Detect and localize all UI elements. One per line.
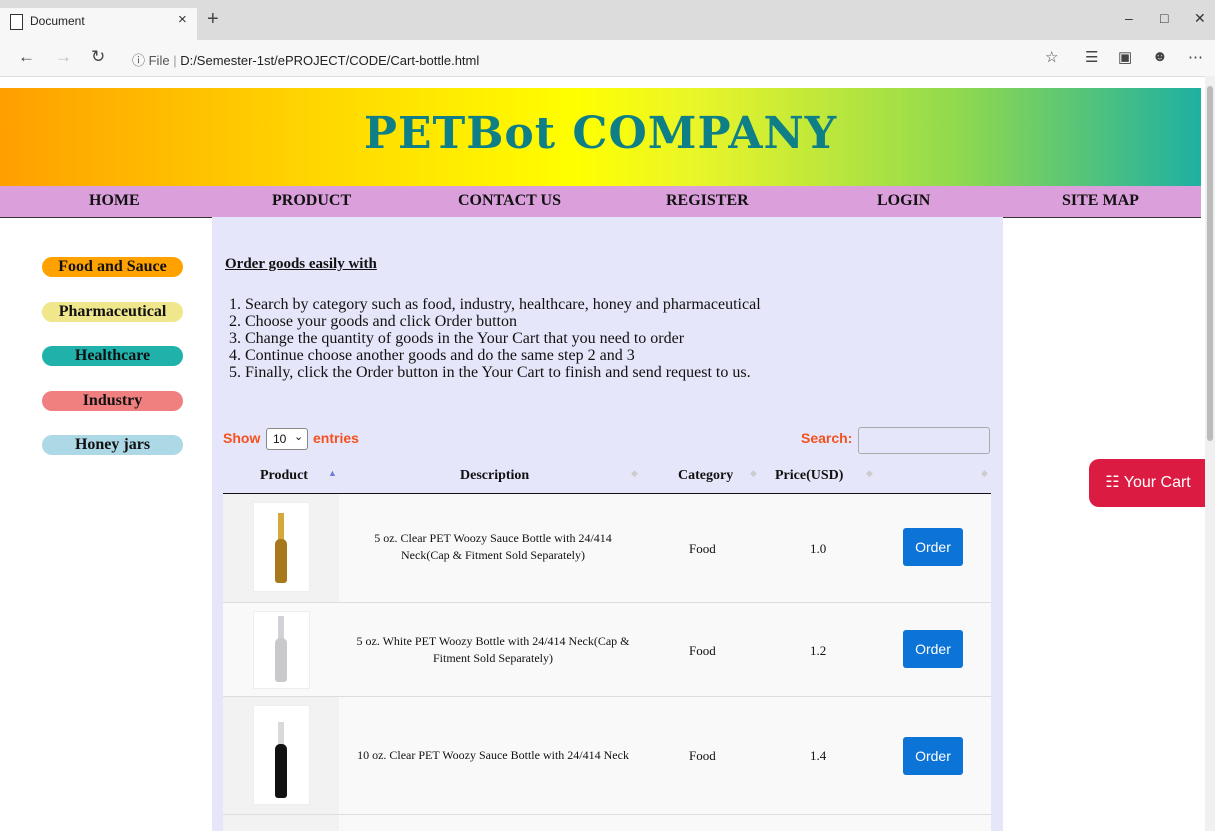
nav-register[interactable]: REGISTER: [666, 192, 749, 210]
product-category: Food: [689, 748, 716, 763]
more-options-icon[interactable]: ⋯: [1188, 48, 1203, 66]
product-description: 5 oz. White PET Woozy Bottle with 24/414…: [356, 634, 630, 665]
product-category: Food: [689, 643, 716, 658]
nav-product[interactable]: PRODUCT: [272, 192, 351, 210]
tab-close-icon[interactable]: ×: [178, 11, 187, 28]
column-price[interactable]: Price(USD): [775, 468, 843, 484]
instruction-step: 4. Continue choose another goods and do …: [229, 347, 635, 364]
nav-login[interactable]: LOGIN: [877, 192, 930, 210]
search-input[interactable]: [858, 427, 990, 454]
your-cart-button[interactable]: ☷ Your Cart: [1089, 459, 1207, 507]
column-description[interactable]: Description: [460, 468, 529, 484]
collections-icon[interactable]: ▣: [1118, 48, 1132, 66]
category-industry[interactable]: Industry: [42, 391, 183, 411]
product-image-cell: [223, 815, 339, 831]
category-pharmaceutical[interactable]: Pharmaceutical: [42, 302, 183, 322]
new-tab-icon[interactable]: +: [207, 9, 219, 29]
address-bar: ← → ↻ ⓘ File | D:/Semester-1st/ePROJECT/…: [0, 40, 1215, 77]
url-text: D:/Semester-1st/ePROJECT/CODE/Cart-bottl…: [180, 53, 480, 68]
entries-value: 10: [273, 432, 287, 446]
product-image-cell: [223, 603, 339, 696]
favorite-star-icon[interactable]: ☆: [1045, 48, 1058, 66]
sort-icon[interactable]: ◆: [866, 468, 873, 479]
product-image[interactable]: [253, 611, 310, 689]
url-field[interactable]: ⓘ File | D:/Semester-1st/ePROJECT/CODE/C…: [132, 50, 479, 69]
forward-icon[interactable]: →: [55, 47, 72, 67]
favorites-list-icon[interactable]: ☰: [1085, 48, 1098, 66]
instruction-list: 1. Search by category such as food, indu…: [229, 296, 761, 381]
search-label: Search:: [801, 430, 853, 446]
table-header: Product ▲ Description ◆ Category ◆ Price…: [223, 458, 991, 494]
refresh-icon[interactable]: ↻: [91, 47, 105, 67]
sort-icon[interactable]: ◆: [750, 468, 757, 479]
column-category[interactable]: Category: [678, 468, 733, 484]
entries-label: entries: [313, 430, 359, 446]
instruction-step: 1. Search by category such as food, indu…: [229, 296, 761, 313]
product-image[interactable]: [253, 502, 310, 592]
sort-icon[interactable]: ◆: [981, 468, 988, 479]
product-image-cell: [223, 697, 339, 814]
product-image-cell: [223, 494, 339, 602]
intro-heading: Order goods easily with: [225, 256, 377, 272]
nav-site-map[interactable]: SITE MAP: [1062, 192, 1139, 210]
back-icon[interactable]: ←: [18, 47, 35, 67]
main-content: Order goods easily with 1. Search by cat…: [212, 217, 1003, 831]
sort-icon[interactable]: ◆: [631, 468, 638, 479]
bottle-neck: [278, 722, 284, 746]
product-price: 1.2: [810, 643, 827, 658]
table-row: 10 oz. Clear PET Woozy Sauce Bottle with…: [223, 697, 991, 815]
nav-contact-us[interactable]: CONTACT US: [458, 192, 561, 210]
product-category: Food: [689, 541, 716, 556]
basket-icon: ☷: [1105, 474, 1120, 491]
entries-select[interactable]: 10 ⌄: [266, 428, 308, 450]
product-price: 1.4: [810, 748, 827, 763]
order-button[interactable]: Order: [903, 528, 963, 566]
maximize-icon[interactable]: □: [1160, 10, 1168, 26]
site-banner: PETBot COMPANY: [0, 88, 1201, 186]
bottle-body: [275, 638, 287, 682]
product-image[interactable]: [253, 705, 310, 805]
tab-title: Document: [30, 14, 85, 28]
bottle-body: [275, 539, 287, 583]
product-description: 5 oz. Clear PET Woozy Sauce Bottle with …: [374, 531, 612, 562]
chevron-down-icon: ⌄: [294, 431, 304, 443]
instruction-step: 2. Choose your goods and click Order but…: [229, 313, 517, 330]
category-food-and-sauce[interactable]: Food and Sauce: [42, 257, 183, 277]
scrollbar-thumb[interactable]: [1207, 86, 1213, 441]
instruction-step: 3. Change the quantity of goods in the Y…: [229, 330, 685, 347]
column-product[interactable]: Product: [260, 468, 308, 484]
window-close-icon[interactable]: ✕: [1194, 10, 1206, 27]
show-label: Show: [223, 430, 261, 446]
product-description: 10 oz. Clear PET Woozy Sauce Bottle with…: [357, 748, 629, 762]
product-price: 1.0: [810, 541, 827, 556]
top-navigation: HOME PRODUCT CONTACT US REGISTER LOGIN S…: [0, 186, 1201, 218]
address-prefix: ⓘ File: [132, 53, 170, 68]
instruction-step: 5. Finally, click the Order button in th…: [229, 364, 751, 381]
browser-tab-bar: Document × + – □ ✕: [0, 0, 1215, 40]
bottle-body: [275, 744, 287, 798]
minimize-icon[interactable]: –: [1125, 10, 1133, 26]
table-row: 5 oz. Clear PET Woozy Sauce Bottle with …: [223, 494, 991, 603]
nav-home[interactable]: HOME: [89, 192, 140, 210]
table-row: 5 oz. White PET Woozy Bottle with 24/414…: [223, 603, 991, 697]
category-honey-jars[interactable]: Honey jars: [42, 435, 183, 455]
category-healthcare[interactable]: Healthcare: [42, 346, 183, 366]
table-row: [223, 815, 991, 831]
cart-label: Your Cart: [1123, 474, 1191, 491]
profile-avatar-icon[interactable]: ☻: [1152, 48, 1168, 65]
page-icon: [10, 14, 23, 30]
order-button[interactable]: Order: [903, 630, 963, 668]
site-title: PETBot COMPANY: [363, 108, 838, 159]
order-button[interactable]: Order: [903, 737, 963, 775]
sort-asc-icon[interactable]: ▲: [328, 468, 337, 478]
page-scrollbar[interactable]: [1205, 76, 1215, 831]
browser-tab[interactable]: Document ×: [0, 8, 197, 40]
